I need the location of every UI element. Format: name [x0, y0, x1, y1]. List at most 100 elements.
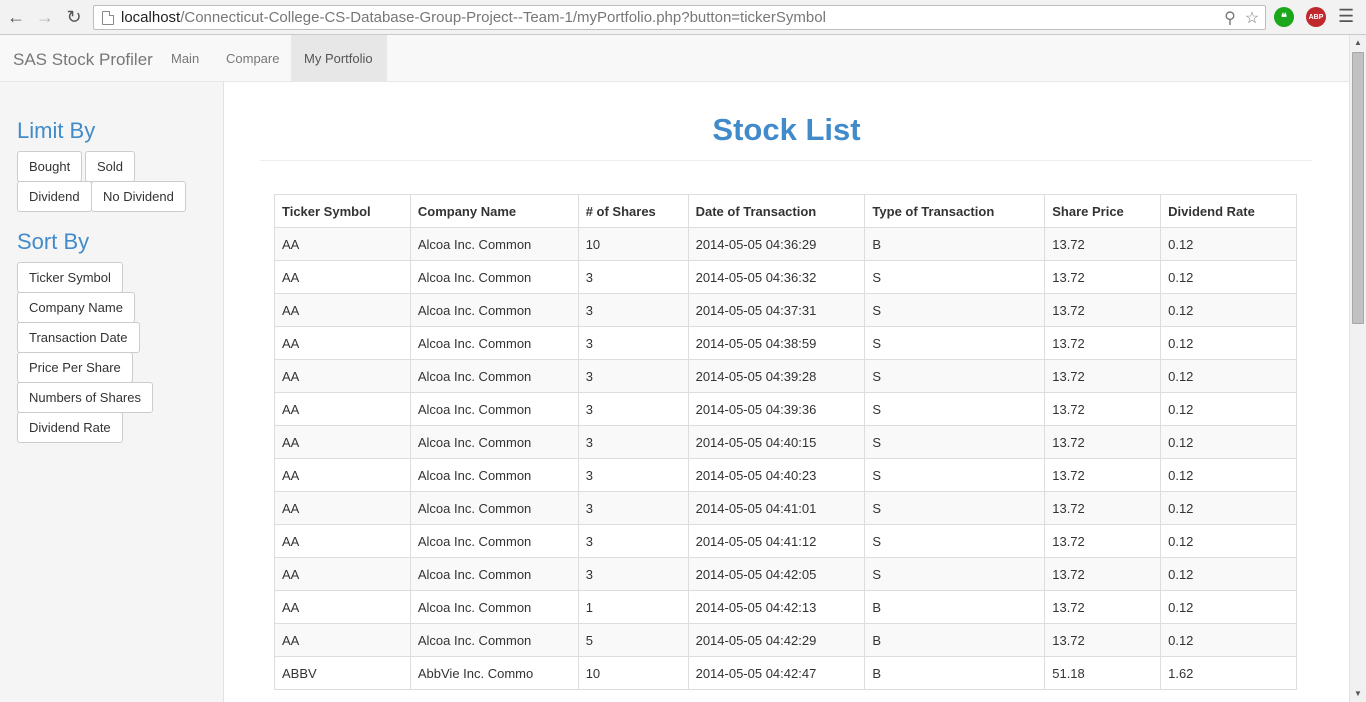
table-cell: 0.12	[1160, 260, 1297, 294]
table-cell: AA	[274, 425, 411, 459]
brand-link[interactable]: SAS Stock Profiler	[13, 50, 153, 70]
sort-dividend-rate-button[interactable]: Dividend Rate	[17, 412, 123, 443]
nav-compare[interactable]: Compare	[213, 35, 292, 81]
table-cell: 0.12	[1160, 458, 1297, 492]
table-cell: 13.72	[1044, 458, 1162, 492]
table-cell: S	[864, 260, 1046, 294]
reload-icon[interactable]: ↻	[64, 7, 84, 27]
stock-table: Ticker Symbol Company Name # of Shares D…	[274, 194, 1297, 690]
table-cell: 13.72	[1044, 293, 1162, 327]
table-cell: 13.72	[1044, 227, 1162, 261]
table-cell: 5	[577, 623, 689, 657]
table-cell: S	[864, 425, 1046, 459]
sort-by-heading: Sort By	[17, 229, 90, 254]
limit-no-dividend-button[interactable]: No Dividend	[91, 181, 186, 212]
limit-by-heading: Limit By	[17, 118, 96, 143]
table-cell: Alcoa Inc. Common	[409, 524, 579, 558]
table-cell: Alcoa Inc. Common	[409, 392, 579, 426]
nav-my-portfolio[interactable]: My Portfolio	[291, 35, 387, 81]
table-cell: AA	[274, 293, 411, 327]
table-cell: 2014-05-05 04:40:15	[687, 425, 866, 459]
table-cell: 2014-05-05 04:41:12	[687, 524, 866, 558]
limit-sold-button[interactable]: Sold	[85, 151, 136, 182]
table-cell: AA	[274, 359, 411, 393]
hangouts-extension-icon[interactable]: ❝	[1274, 7, 1294, 27]
table-cell: 0.12	[1160, 623, 1297, 657]
scroll-up-icon[interactable]: ▲	[1350, 35, 1366, 51]
limit-bought-button[interactable]: Bought	[17, 151, 83, 182]
page-scrollbar[interactable]: ▲ ▼	[1349, 35, 1366, 702]
table-cell: 0.12	[1160, 293, 1297, 327]
adblock-extension-icon[interactable]: ABP	[1306, 7, 1326, 27]
table-cell: 2014-05-05 04:41:01	[687, 491, 866, 525]
table-cell: 3	[577, 557, 689, 591]
table-cell: 51.18	[1044, 656, 1162, 690]
table-header-row: Ticker Symbol Company Name # of Shares D…	[274, 194, 1297, 228]
table-cell: 0.12	[1160, 491, 1297, 525]
table-cell: 13.72	[1044, 557, 1162, 591]
table-cell: 10	[577, 227, 689, 261]
table-cell: ABBV	[274, 656, 411, 690]
column-header: Share Price	[1044, 194, 1162, 228]
table-cell: 0.12	[1160, 557, 1297, 591]
table-cell: 13.72	[1044, 590, 1162, 624]
table-cell: 13.72	[1044, 491, 1162, 525]
table-cell: 2014-05-05 04:42:05	[687, 557, 866, 591]
back-icon[interactable]: ←	[6, 7, 26, 27]
column-header: Ticker Symbol	[274, 194, 411, 228]
table-cell: AA	[274, 392, 411, 426]
table-cell: 13.72	[1044, 359, 1162, 393]
table-cell: 3	[577, 425, 689, 459]
sort-number-of-shares-button[interactable]: Numbers of Shares	[17, 382, 153, 413]
table-row: AA Alcoa Inc. Common 3 2014-05-05 04:39:36 S…	[274, 392, 1297, 426]
bookmark-star-icon[interactable]: ☆	[1243, 8, 1261, 28]
search-icon[interactable]: ⚲	[1221, 8, 1239, 28]
table-row: AA Alcoa Inc. Common 3 2014-05-05 04:40:23 S…	[274, 458, 1297, 492]
table-cell: Alcoa Inc. Common	[409, 359, 579, 393]
table-cell: AA	[274, 590, 411, 624]
column-header: Type of Transaction	[864, 194, 1046, 228]
table-cell: B	[864, 623, 1046, 657]
table-cell: B	[864, 656, 1046, 690]
forward-icon[interactable]: →	[35, 7, 55, 27]
table-cell: 3	[577, 293, 689, 327]
sort-ticker-symbol-button[interactable]: Ticker Symbol	[17, 262, 123, 293]
table-cell: Alcoa Inc. Common	[409, 491, 579, 525]
table-cell: 2014-05-05 04:36:29	[687, 227, 866, 261]
table-cell: AbbVie Inc. Commo	[409, 656, 579, 690]
table-cell: 3	[577, 359, 689, 393]
table-cell: 2014-05-05 04:40:23	[687, 458, 866, 492]
table-cell: 13.72	[1044, 392, 1162, 426]
table-cell: Alcoa Inc. Common	[409, 260, 579, 294]
site-navbar: SAS Stock Profiler Main Compare My Portf…	[0, 35, 1349, 82]
sort-price-per-share-button[interactable]: Price Per Share	[17, 352, 133, 383]
scroll-down-icon[interactable]: ▼	[1350, 686, 1366, 702]
sort-company-name-button[interactable]: Company Name	[17, 292, 135, 323]
limit-dividend-button[interactable]: Dividend	[17, 181, 92, 212]
table-cell: AA	[274, 260, 411, 294]
scroll-thumb[interactable]	[1352, 52, 1364, 324]
table-cell: 2014-05-05 04:39:36	[687, 392, 866, 426]
table-cell: AA	[274, 458, 411, 492]
table-cell: Alcoa Inc. Common	[409, 326, 579, 360]
table-cell: AA	[274, 623, 411, 657]
table-cell: Alcoa Inc. Common	[409, 590, 579, 624]
table-cell: S	[864, 293, 1046, 327]
table-cell: S	[864, 326, 1046, 360]
table-cell: 13.72	[1044, 260, 1162, 294]
column-header: Date of Transaction	[687, 194, 866, 228]
table-cell: 13.72	[1044, 425, 1162, 459]
menu-icon[interactable]: ☰	[1338, 6, 1354, 27]
table-cell: 2014-05-05 04:42:47	[687, 656, 866, 690]
sort-transaction-date-button[interactable]: Transaction Date	[17, 322, 140, 353]
nav-main[interactable]: Main	[158, 35, 212, 81]
table-cell: AA	[274, 557, 411, 591]
table-cell: Alcoa Inc. Common	[409, 293, 579, 327]
table-cell: AA	[274, 491, 411, 525]
url-text: localhost/Connecticut-College-CS-Databas…	[121, 9, 826, 26]
table-row: AA Alcoa Inc. Common 3 2014-05-05 04:38:59 S…	[274, 326, 1297, 360]
table-row: AA Alcoa Inc. Common 3 2014-05-05 04:36:32 S…	[274, 260, 1297, 294]
table-row: AA Alcoa Inc. Common 3 2014-05-05 04:39:28 S…	[274, 359, 1297, 393]
address-bar[interactable]: localhost/Connecticut-College-CS-Databas…	[93, 5, 1266, 30]
table-cell: 3	[577, 260, 689, 294]
